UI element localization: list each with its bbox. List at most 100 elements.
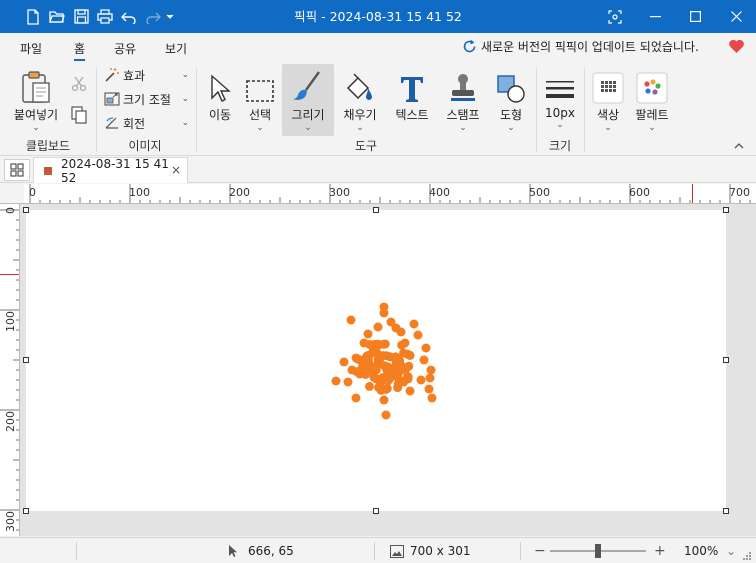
rotate-button[interactable]: 회전 ⌄ bbox=[103, 112, 193, 134]
title-bar: 픽픽 - 2024-08-31 15 41 52 bbox=[0, 0, 756, 33]
stamp-tool-button[interactable]: 스탬프 ⌄ bbox=[441, 64, 485, 136]
heart-icon[interactable] bbox=[728, 39, 745, 57]
copy-icon[interactable] bbox=[71, 106, 87, 127]
resize-handle-bottom-left[interactable] bbox=[23, 508, 29, 514]
line-size-button[interactable]: 10px ⌄ bbox=[541, 64, 579, 136]
orange-dot bbox=[382, 384, 392, 393]
orange-dot bbox=[421, 343, 431, 353]
zoom-slider[interactable] bbox=[550, 544, 646, 558]
shape-tool-button[interactable]: 도형 ⌄ bbox=[492, 64, 530, 136]
cut-icon[interactable] bbox=[71, 76, 87, 95]
ruler-corner bbox=[0, 184, 24, 204]
image-size-text: 700 x 301 bbox=[410, 544, 471, 558]
draw-label: 그리기 bbox=[291, 108, 325, 122]
print-icon[interactable] bbox=[94, 0, 116, 33]
orange-dot bbox=[353, 354, 363, 364]
resize-handle-right[interactable] bbox=[723, 357, 729, 363]
zoom-out-button[interactable]: − bbox=[534, 538, 546, 563]
document-color-dot bbox=[44, 166, 52, 175]
tab-file[interactable]: 파일 bbox=[20, 40, 42, 57]
palette-button[interactable]: 팔레트 ⌄ bbox=[631, 64, 673, 136]
save-icon[interactable] bbox=[70, 0, 92, 33]
resize-grip-icon[interactable] bbox=[742, 550, 752, 563]
ruler-label: 500 bbox=[529, 186, 550, 199]
orange-dot bbox=[373, 355, 383, 365]
chevron-down-icon: ⌄ bbox=[304, 123, 312, 133]
orange-dot bbox=[339, 357, 349, 367]
zoom-level: 100% bbox=[684, 544, 719, 558]
resize-handle-left[interactable] bbox=[23, 357, 29, 363]
color-grid-icon bbox=[592, 72, 624, 104]
color-button[interactable]: 색상 ⌄ bbox=[588, 64, 628, 136]
text-tool-button[interactable]: 텍스트 bbox=[390, 64, 434, 136]
resize-handle-bottom-right[interactable] bbox=[723, 508, 729, 514]
zoom-in-button[interactable]: + bbox=[654, 538, 666, 563]
resize-handle-bottom[interactable] bbox=[373, 508, 379, 514]
document-tab[interactable]: 2024-08-31 15 41 52 × bbox=[33, 157, 188, 185]
orange-dot bbox=[371, 365, 381, 375]
minimize-button[interactable] bbox=[635, 0, 675, 33]
zoom-slider-thumb[interactable] bbox=[595, 544, 601, 558]
ruler-label: 0 bbox=[4, 207, 17, 214]
grid-view-button[interactable] bbox=[4, 159, 30, 181]
move-label: 이동 bbox=[208, 108, 232, 122]
canvas-workspace[interactable] bbox=[20, 204, 756, 536]
resize-button[interactable]: 크기 조절 ⌄ bbox=[103, 88, 193, 110]
move-tool-button[interactable]: 이동 bbox=[201, 64, 239, 136]
orange-dot bbox=[377, 376, 387, 385]
maximize-button[interactable] bbox=[675, 0, 715, 33]
ruler-label: 100 bbox=[4, 311, 17, 332]
capture-frame-icon[interactable] bbox=[595, 0, 635, 33]
shape-label: 도형 bbox=[499, 108, 523, 122]
status-divider bbox=[76, 542, 77, 560]
orange-dot bbox=[331, 376, 341, 386]
tab-home[interactable]: 홈 bbox=[74, 40, 86, 61]
new-file-icon[interactable] bbox=[22, 0, 44, 33]
resize-handle-top-left[interactable] bbox=[23, 207, 29, 213]
chevron-down-icon: ⌄ bbox=[181, 70, 189, 80]
zoom-dropdown-icon[interactable]: ⌄ bbox=[726, 538, 736, 563]
orange-dot bbox=[405, 386, 415, 396]
effect-button[interactable]: 효과 ⌄ bbox=[103, 64, 193, 86]
redo-icon[interactable] bbox=[142, 0, 164, 33]
cursor-marker-vertical bbox=[0, 274, 19, 275]
orange-dot bbox=[379, 308, 389, 318]
close-button[interactable] bbox=[716, 0, 756, 33]
fill-tool-button[interactable]: 채우기 ⌄ bbox=[338, 64, 382, 136]
size-value: 10px bbox=[545, 106, 575, 120]
rotate-label: 회전 bbox=[123, 116, 146, 131]
tab-share[interactable]: 공유 bbox=[114, 40, 136, 57]
line-width-icon bbox=[546, 81, 574, 98]
orange-dot bbox=[425, 373, 435, 383]
document-tab-strip: 2024-08-31 15 41 52 × bbox=[0, 157, 756, 185]
pointer-icon bbox=[229, 545, 237, 557]
paste-button[interactable]: 붙여넣기 ⌄ bbox=[8, 64, 64, 136]
rotate-icon bbox=[103, 115, 121, 131]
effect-label: 효과 bbox=[123, 68, 146, 83]
cursor-marker-horizontal bbox=[692, 184, 693, 203]
cursor-arrow-icon bbox=[211, 74, 231, 102]
update-notice[interactable]: 새로운 버전의 픽픽이 업데이트 되었습니다. bbox=[462, 38, 699, 55]
refresh-icon bbox=[463, 39, 476, 53]
orange-dot bbox=[352, 367, 362, 377]
select-tool-button[interactable]: 선택 ⌄ bbox=[241, 64, 279, 136]
status-divider bbox=[374, 542, 375, 560]
undo-icon[interactable] bbox=[118, 0, 140, 33]
orange-dot bbox=[363, 329, 373, 339]
resize-handle-top-right[interactable] bbox=[723, 207, 729, 213]
draw-tool-button[interactable]: 그리기 ⌄ bbox=[282, 64, 334, 136]
resize-handle-top[interactable] bbox=[373, 207, 379, 213]
orange-dot bbox=[361, 357, 371, 367]
orange-dot bbox=[401, 364, 411, 374]
text-label: 텍스트 bbox=[395, 108, 429, 122]
image-canvas[interactable] bbox=[26, 210, 726, 511]
close-tab-icon[interactable]: × bbox=[171, 163, 181, 177]
open-folder-icon[interactable] bbox=[46, 0, 68, 33]
collapse-ribbon-icon[interactable] bbox=[734, 138, 744, 152]
stamp-label: 스탬프 bbox=[446, 108, 480, 122]
marquee-select-icon bbox=[246, 80, 274, 102]
quick-access-dropdown-icon[interactable] bbox=[162, 0, 178, 33]
tab-view[interactable]: 보기 bbox=[165, 40, 187, 57]
image-icon bbox=[390, 544, 404, 558]
clipboard-icon bbox=[22, 71, 50, 103]
